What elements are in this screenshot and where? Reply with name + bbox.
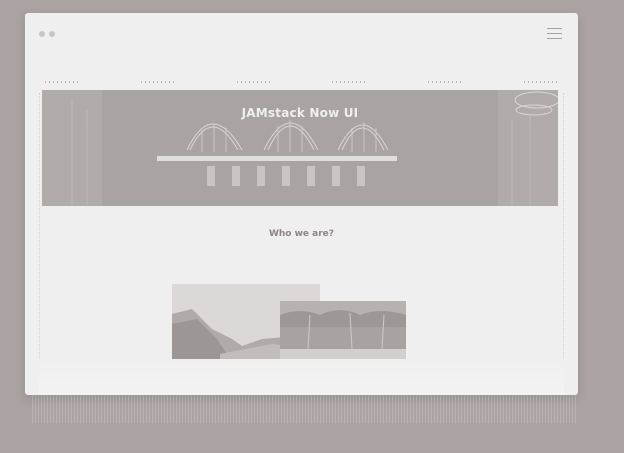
nav-links — [45, 77, 560, 87]
nav-link[interactable] — [236, 81, 273, 83]
window-dot-icon[interactable] — [49, 31, 55, 37]
top-bar — [25, 13, 578, 57]
page-border-right — [561, 93, 564, 363]
content-fade — [39, 359, 564, 395]
palm-trees-photo-image — [280, 301, 406, 363]
nav-link[interactable] — [140, 81, 177, 83]
hero-title: JAMstack Now UI — [241, 106, 359, 120]
hero-banner: JAMstack Now UI — [42, 90, 558, 206]
window-controls — [39, 31, 55, 37]
browser-window: JAMstack Now UI Who we are? — [25, 13, 578, 395]
section-heading: Who we are? — [268, 229, 335, 239]
nav-link[interactable] — [45, 81, 81, 83]
hamburger-menu-icon[interactable] — [547, 28, 562, 39]
window-shadow — [32, 393, 577, 423]
nav-link[interactable] — [523, 81, 560, 83]
nav-link[interactable] — [428, 81, 465, 83]
palm-trees-photo — [280, 301, 406, 363]
nav-link[interactable] — [332, 81, 369, 83]
window-dot-icon[interactable] — [39, 31, 45, 37]
